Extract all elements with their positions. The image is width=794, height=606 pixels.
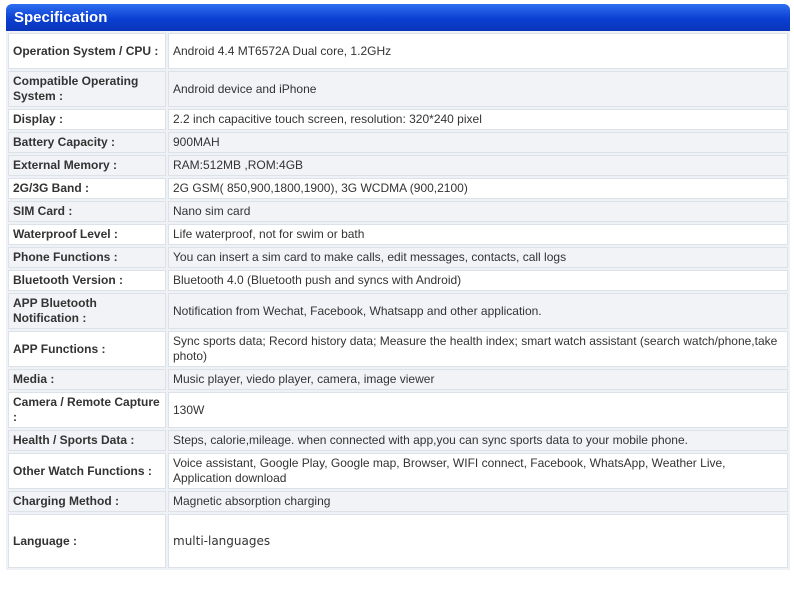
spec-row: Other Watch Functions : Voice assistant, … [8,453,788,489]
spec-value: Notification from Wechat, Facebook, What… [168,293,788,329]
spec-value: 900MAH [168,132,788,153]
spec-value: 130W [168,392,788,428]
spec-row: External Memory : RAM:512MB ,ROM:4GB [8,155,788,176]
spec-row: 2G/3G Band :2G GSM( 850,900,1800,1900), … [8,178,788,199]
spec-label: Charging Method : [8,491,166,512]
spec-label: APP Bluetooth Notification : [8,293,166,329]
specification-title: Specification [6,4,790,31]
specification-panel: Specification Operation System / CPU : An… [6,4,790,570]
spec-label: Health / Sports Data : [8,430,166,451]
spec-value: multi-languages [168,514,788,568]
spec-label: 2G/3G Band : [8,178,166,199]
spec-label: SIM Card : [8,201,166,222]
spec-row: APP Functions : Sync sports data; Record … [8,331,788,367]
spec-row: APP Bluetooth Notification : Notification… [8,293,788,329]
spec-value: Magnetic absorption charging [168,491,788,512]
spec-label: Operation System / CPU : [8,33,166,69]
spec-row: Phone Functions : You can insert a sim ca… [8,247,788,268]
spec-label: External Memory : [8,155,166,176]
spec-row: Language : multi-languages [8,514,788,568]
spec-label: Camera / Remote Capture : [8,392,166,428]
spec-value: 2.2 inch capacitive touch screen, resolu… [168,109,788,130]
spec-value: Sync sports data; Record history data; M… [168,331,788,367]
spec-value: Android 4.4 MT6572A Dual core, 1.2GHz [168,33,788,69]
spec-value: Life waterproof, not for swim or bath [168,224,788,245]
spec-row: Compatible Operating System : Android dev… [8,71,788,107]
spec-row: SIM Card : Nano sim card [8,201,788,222]
spec-label: Bluetooth Version : [8,270,166,291]
spec-label: Compatible Operating System : [8,71,166,107]
spec-value: Voice assistant, Google Play, Google map… [168,453,788,489]
spec-label: APP Functions : [8,331,166,367]
spec-label: Phone Functions : [8,247,166,268]
spec-label: Language : [8,514,166,568]
spec-row: Display :2.2 inch capacitive touch scree… [8,109,788,130]
spec-row: Operation System / CPU : Android 4.4 MT65… [8,33,788,69]
spec-label: Battery Capacity : [8,132,166,153]
spec-label: Display : [8,109,166,130]
spec-value: Android device and iPhone [168,71,788,107]
spec-row: Health / Sports Data : Steps, calorie,mil… [8,430,788,451]
spec-row: Camera / Remote Capture :130W [8,392,788,428]
spec-label: Waterproof Level : [8,224,166,245]
spec-row: Waterproof Level : Life waterproof, not f… [8,224,788,245]
spec-value: RAM:512MB ,ROM:4GB [168,155,788,176]
spec-label: Media : [8,369,166,390]
spec-row: Bluetooth Version : Bluetooth 4.0 (Blueto… [8,270,788,291]
specification-table: Operation System / CPU : Android 4.4 MT65… [6,31,790,570]
spec-value: Steps, calorie,mileage. when connected w… [168,430,788,451]
spec-row: Battery Capacity :900MAH [8,132,788,153]
spec-label: Other Watch Functions : [8,453,166,489]
spec-value: Music player, viedo player, camera, imag… [168,369,788,390]
spec-row: Charging Method : Magnetic absorption cha… [8,491,788,512]
spec-value: Nano sim card [168,201,788,222]
spec-value: Bluetooth 4.0 (Bluetooth push and syncs … [168,270,788,291]
spec-row: Media : Music player, viedo player, camer… [8,369,788,390]
spec-value: 2G GSM( 850,900,1800,1900), 3G WCDMA (90… [168,178,788,199]
spec-value: You can insert a sim card to make calls,… [168,247,788,268]
